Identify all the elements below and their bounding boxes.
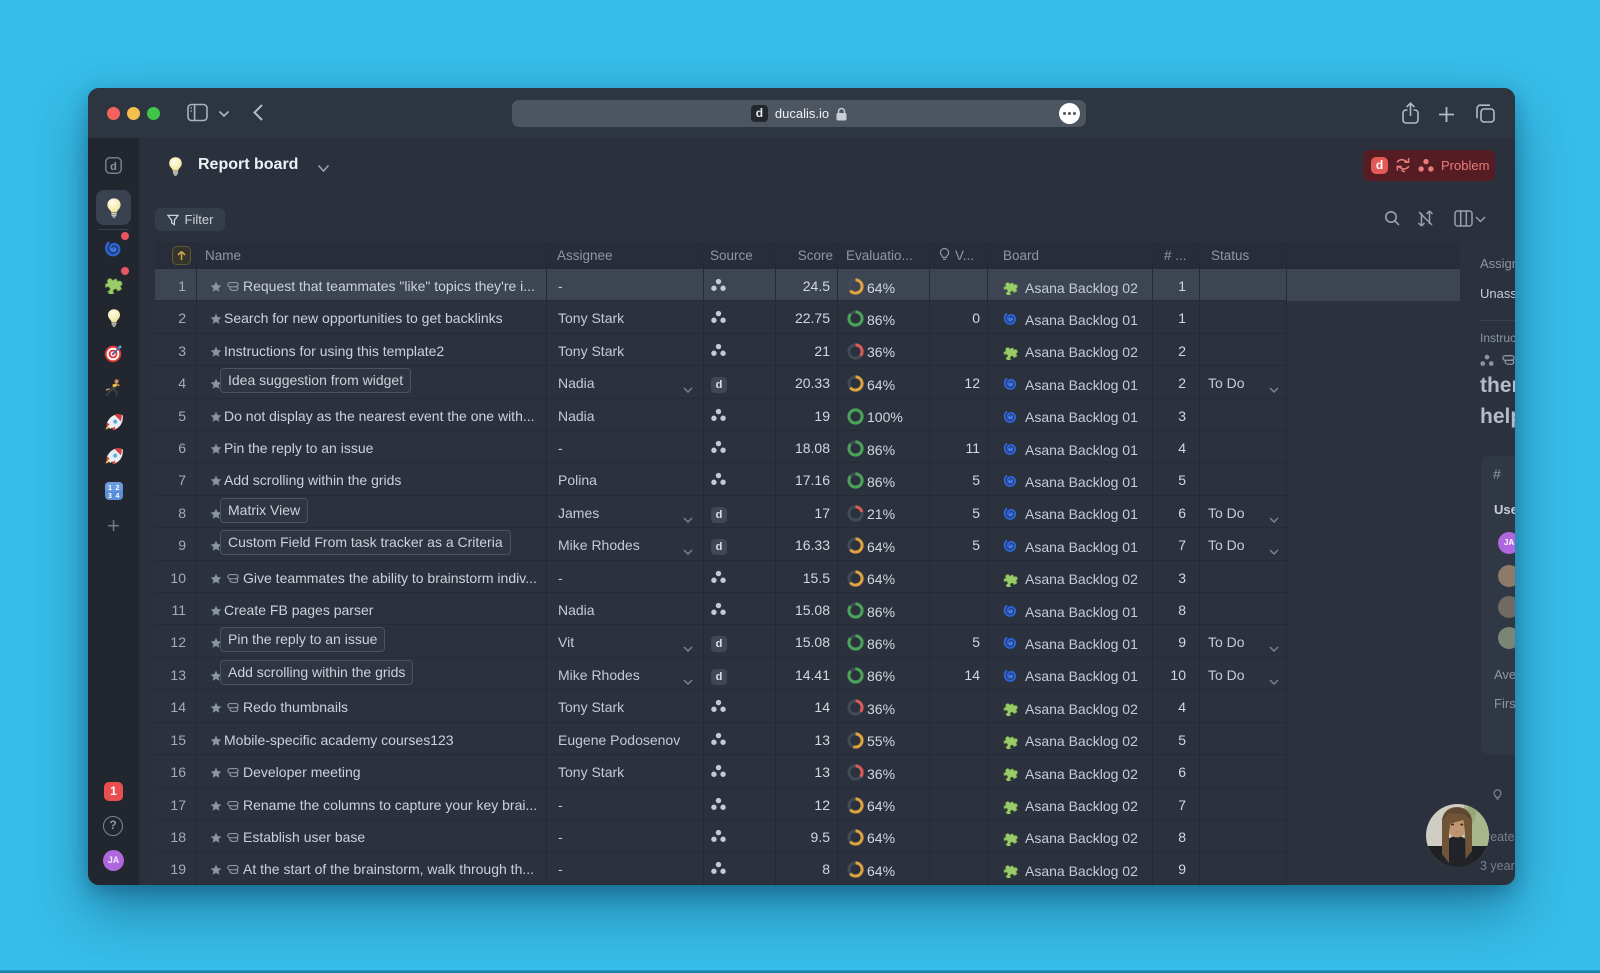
svg-text:d: d [110, 161, 117, 173]
svg-text:2: 2 [115, 485, 119, 492]
svg-text:1: 1 [108, 485, 112, 492]
svg-text:3: 3 [108, 493, 112, 500]
svg-text:4: 4 [115, 493, 119, 500]
